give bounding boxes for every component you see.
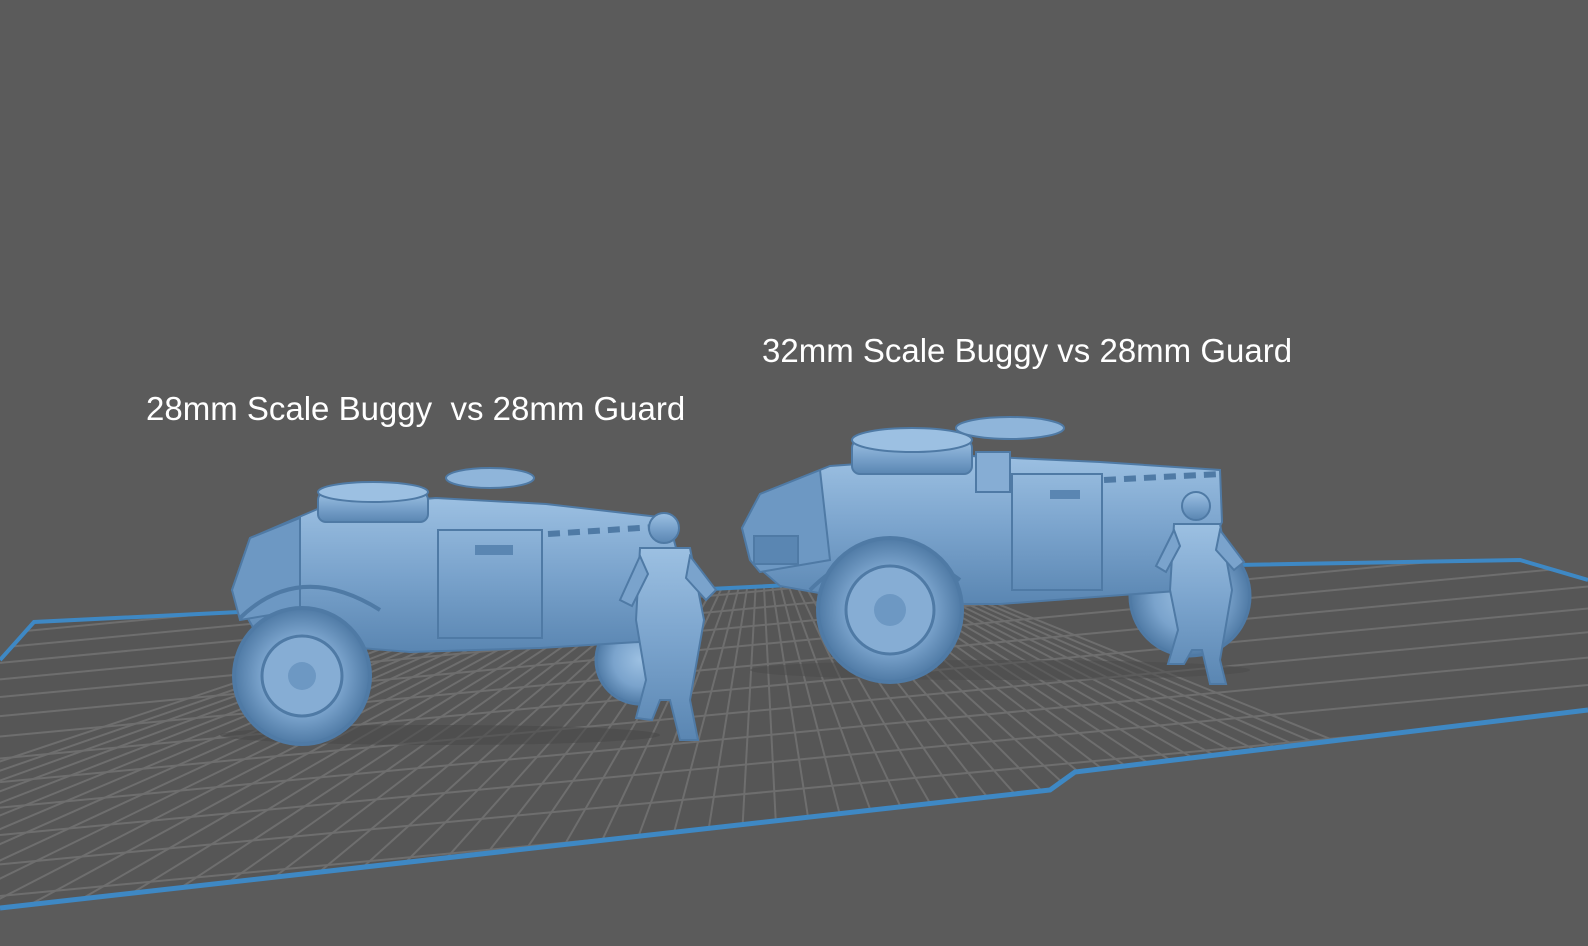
caption-28mm-buggy: 28mm Scale Buggy vs 28mm Guard: [146, 390, 686, 427]
scene-canvas[interactable]: [0, 0, 1588, 946]
3d-viewport[interactable]: 28mm Scale Buggy vs 28mm Guard 32mm Scal…: [0, 0, 1588, 946]
caption-32mm-buggy: 32mm Scale Buggy vs 28mm Guard: [762, 332, 1293, 369]
